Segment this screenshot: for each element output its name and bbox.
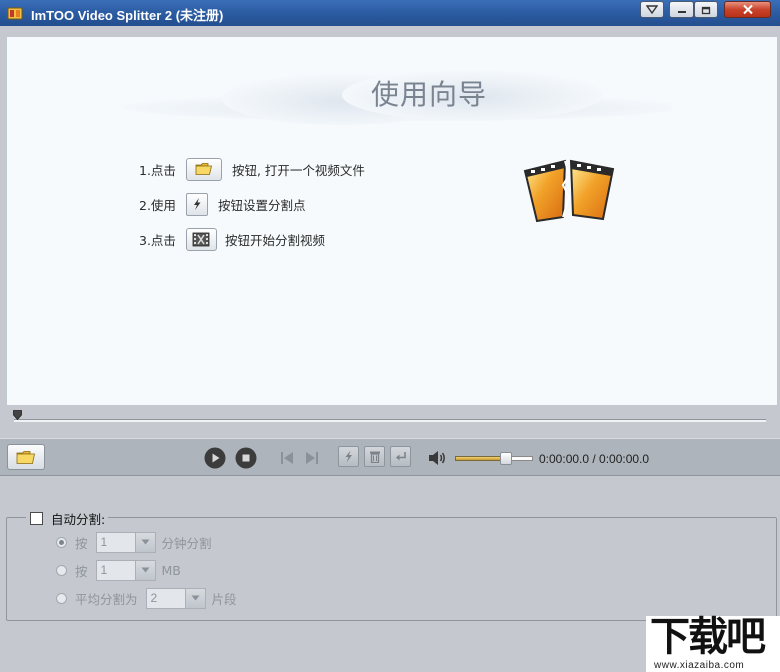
option-prefix: 按 bbox=[75, 535, 88, 551]
auto-split-label: 自动分割: bbox=[51, 511, 106, 527]
delete-segment-button[interactable] bbox=[364, 446, 385, 467]
film-split-icon bbox=[523, 159, 615, 223]
open-folder-icon bbox=[195, 163, 212, 175]
step-suffix: 按钮设置分割点 bbox=[217, 197, 306, 213]
step-open-button[interactable] bbox=[185, 157, 222, 181]
step-suffix: 按钮, 打开一个视频文件 bbox=[231, 162, 365, 178]
chevron-down-icon bbox=[191, 595, 200, 601]
skip-back-icon bbox=[281, 452, 293, 464]
combo-arrow[interactable] bbox=[134, 532, 155, 552]
minutes-combo[interactable]: 1 bbox=[95, 531, 156, 553]
volume-slider-rest bbox=[510, 456, 533, 461]
seek-slider[interactable] bbox=[14, 419, 766, 422]
app-body: 使用向导 1.点击 按钮, 打开一个视频文件 2.使用 按钮设置分割点 3.点击… bbox=[0, 26, 780, 672]
step-suffix: 按钮开始分割视频 bbox=[224, 232, 325, 248]
restore-icon bbox=[701, 6, 711, 14]
size-value: 1 bbox=[100, 563, 108, 577]
split-by-minutes-option: 按 1 分钟分割 bbox=[56, 531, 212, 553]
combo-arrow[interactable] bbox=[184, 588, 205, 608]
menu-down-icon bbox=[646, 5, 658, 14]
option-suffix: MB bbox=[161, 562, 181, 578]
step-prefix: 2.使用 bbox=[139, 197, 176, 213]
play-button[interactable] bbox=[204, 447, 226, 469]
open-file-button[interactable] bbox=[7, 444, 45, 470]
watermark: 下载吧 www.xiazaiba.com bbox=[646, 614, 780, 672]
option-prefix: 按 bbox=[75, 563, 88, 579]
segments-combo[interactable]: 2 bbox=[145, 587, 206, 609]
split-by-size-option: 按 1 MB bbox=[56, 559, 181, 581]
step-prefix: 3.点击 bbox=[139, 232, 176, 248]
split-by-size-radio[interactable] bbox=[56, 564, 67, 576]
minimize-button[interactable] bbox=[669, 1, 694, 18]
auto-split-legend: 自动分割: bbox=[26, 510, 109, 527]
close-button[interactable] bbox=[724, 1, 771, 18]
time-display: 0:00:00.0 / 0:00:00.0 bbox=[539, 452, 650, 466]
split-by-minutes-radio[interactable] bbox=[56, 536, 67, 548]
combo-arrow[interactable] bbox=[134, 560, 155, 580]
wizard-step-3: 3.点击 按钮开始分割视频 bbox=[139, 227, 325, 251]
segments-value: 2 bbox=[150, 591, 158, 605]
trash-icon bbox=[369, 451, 380, 463]
title-bar: ImTOO Video Splitter 2 (未注册) bbox=[0, 0, 780, 26]
stop-icon bbox=[235, 447, 257, 469]
set-split-point-button[interactable] bbox=[338, 446, 359, 467]
minimize-icon bbox=[677, 10, 686, 13]
option-suffix: 分钟分割 bbox=[161, 535, 212, 551]
wizard-step-2: 2.使用 按钮设置分割点 bbox=[139, 192, 305, 216]
step-start-split-button[interactable] bbox=[185, 227, 217, 251]
wizard-panel: 使用向导 1.点击 按钮, 打开一个视频文件 2.使用 按钮设置分割点 3.点击… bbox=[6, 36, 778, 406]
chevron-down-icon bbox=[141, 567, 150, 573]
wizard-step-1: 1.点击 按钮, 打开一个视频文件 bbox=[139, 157, 365, 181]
watermark-logo-text: 下载吧 bbox=[650, 614, 766, 660]
seek-slider-thumb[interactable] bbox=[13, 410, 22, 420]
step-prefix: 1.点击 bbox=[139, 162, 176, 178]
option-suffix: 片段 bbox=[211, 591, 237, 607]
play-icon bbox=[204, 447, 226, 469]
speaker-icon bbox=[429, 451, 445, 465]
watermark-url: www.xiazaiba.com bbox=[654, 660, 745, 671]
window-title: ImTOO Video Splitter 2 (未注册) bbox=[31, 8, 224, 23]
previous-frame-button[interactable] bbox=[276, 447, 298, 469]
option-prefix: 平均分割为 bbox=[75, 591, 138, 607]
size-combo[interactable]: 1 bbox=[95, 559, 156, 581]
chevron-down-icon bbox=[141, 539, 150, 545]
volume-button[interactable] bbox=[426, 447, 448, 469]
close-icon bbox=[742, 4, 753, 15]
restore-button[interactable] bbox=[694, 1, 718, 18]
start-split-icon bbox=[193, 232, 210, 246]
volume-slider-thumb[interactable] bbox=[500, 452, 512, 465]
open-folder-icon bbox=[16, 450, 35, 464]
split-evenly-radio[interactable] bbox=[56, 592, 67, 604]
wizard-title: 使用向导 bbox=[371, 78, 488, 111]
minutes-value: 1 bbox=[100, 535, 108, 549]
seek-area bbox=[0, 406, 780, 438]
stop-button[interactable] bbox=[235, 447, 257, 469]
split-point-icon bbox=[193, 198, 201, 210]
enter-arrow-icon bbox=[395, 452, 406, 461]
menu-button[interactable] bbox=[640, 1, 664, 18]
step-split-point-button[interactable] bbox=[185, 192, 208, 216]
auto-split-checkbox[interactable] bbox=[30, 511, 43, 525]
skip-forward-icon bbox=[306, 452, 318, 464]
app-icon bbox=[7, 7, 23, 20]
split-point-icon bbox=[345, 450, 352, 463]
split-evenly-option: 平均分割为 2 片段 bbox=[56, 587, 237, 609]
return-button[interactable] bbox=[390, 446, 411, 467]
player-toolbar: 0:00:00.0 / 0:00:00.0 bbox=[0, 438, 780, 476]
next-frame-button[interactable] bbox=[301, 447, 323, 469]
